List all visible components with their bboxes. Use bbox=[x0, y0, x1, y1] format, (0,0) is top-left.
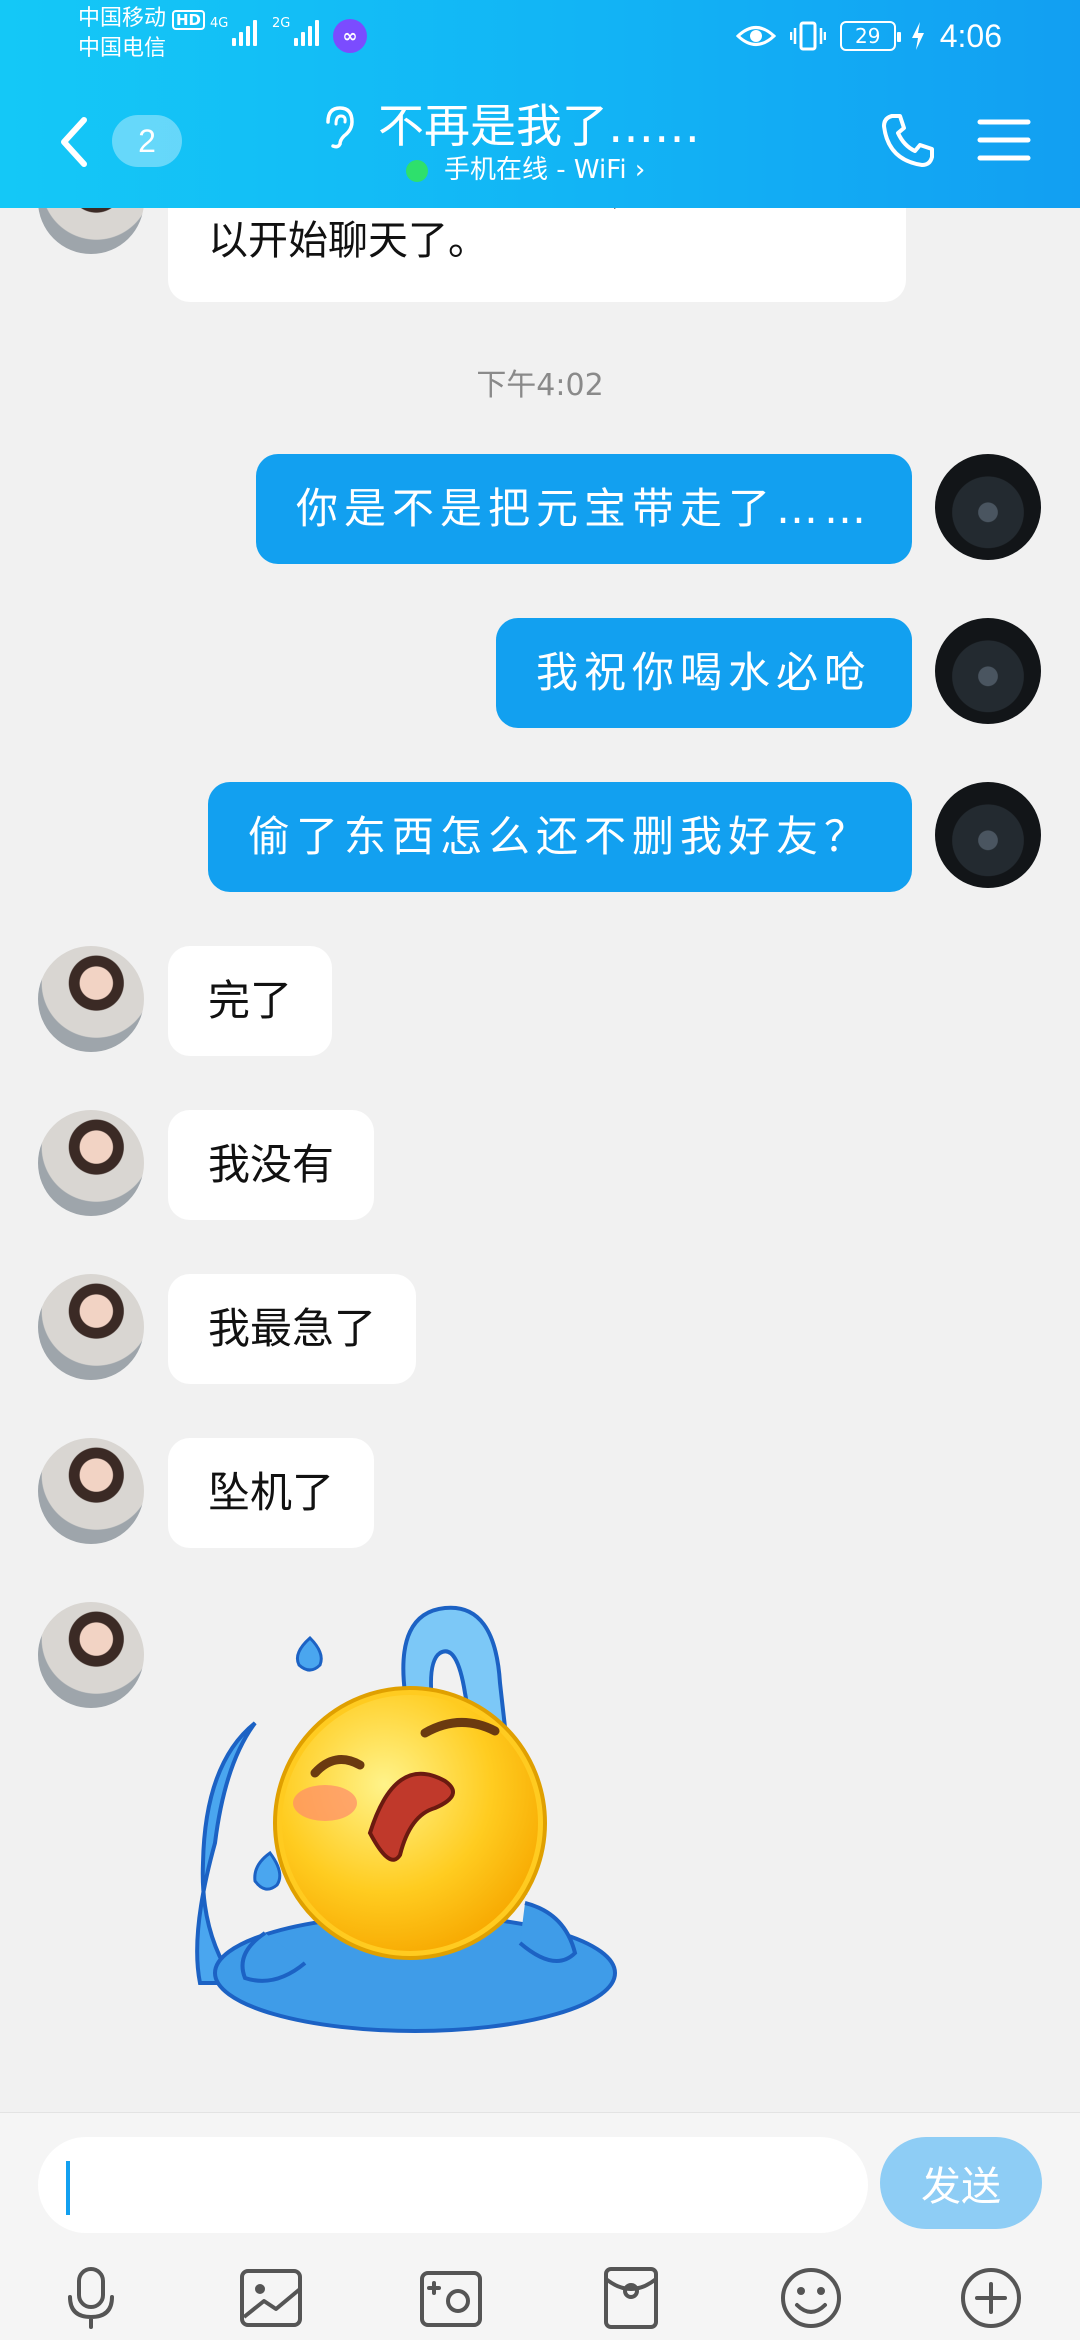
text-cursor bbox=[66, 2161, 70, 2215]
eye-icon bbox=[735, 26, 776, 46]
friend-avatar[interactable] bbox=[38, 1602, 144, 1708]
clock: 4:06 bbox=[939, 17, 1002, 54]
received-message-bubble[interactable]: 坠机了 bbox=[168, 1438, 375, 1548]
emoji-icon[interactable] bbox=[778, 2265, 844, 2331]
crying-emoji-sticker[interactable] bbox=[195, 1603, 625, 2043]
message-input[interactable] bbox=[38, 2137, 868, 2233]
message-list[interactable]: 我通过了你的好友请求，现在我们可以开始聊天了。 下午4:02 你是不是把元宝带走… bbox=[0, 208, 1080, 2112]
vibrate-icon bbox=[789, 21, 826, 51]
friend-avatar[interactable] bbox=[38, 946, 144, 1052]
chat-title[interactable]: 不再是我了…… bbox=[378, 96, 700, 156]
received-message-bubble[interactable]: 我没有 bbox=[168, 1110, 375, 1220]
status-right: 29 4:06 bbox=[735, 14, 1002, 58]
message-bubble-partial[interactable]: 我通过了你的好友请求，现在我们可以开始聊天了。 bbox=[168, 208, 906, 302]
carrier-labels: 中国移动 中国电信 bbox=[78, 4, 166, 64]
input-toolbar bbox=[0, 2255, 1080, 2340]
friend-avatar[interactable] bbox=[38, 1110, 144, 1216]
charging-icon bbox=[911, 22, 924, 50]
my-avatar[interactable] bbox=[935, 782, 1041, 888]
sent-message-bubble[interactable]: 我祝你喝水必呛 bbox=[495, 618, 912, 728]
signal-icon-1 bbox=[232, 18, 257, 46]
friend-avatar[interactable] bbox=[38, 1274, 144, 1380]
my-avatar[interactable] bbox=[935, 454, 1041, 560]
my-avatar[interactable] bbox=[935, 618, 1041, 724]
chat-header: 中国移动 中国电信 HD 4G 2G ∞ 29 4:06 2 不再是我了…… 手… bbox=[0, 0, 1080, 208]
input-area: 发送 bbox=[0, 2112, 1080, 2340]
camera-icon[interactable] bbox=[418, 2265, 484, 2331]
friend-avatar[interactable] bbox=[38, 1438, 144, 1544]
received-message-bubble[interactable]: 完了 bbox=[168, 946, 333, 1056]
send-button[interactable]: 发送 bbox=[880, 2137, 1042, 2229]
phone-call-icon[interactable] bbox=[878, 110, 938, 170]
online-status-text[interactable]: 手机在线 - WiFi › bbox=[444, 152, 645, 188]
sent-message-bubble[interactable]: 你是不是把元宝带走了…… bbox=[255, 454, 912, 564]
menu-icon[interactable] bbox=[976, 116, 1032, 164]
time-divider: 下午4:02 bbox=[476, 368, 604, 403]
battery-icon: 29 bbox=[839, 21, 901, 51]
friend-avatar[interactable] bbox=[38, 208, 144, 254]
carrier-2: 中国电信 bbox=[78, 36, 167, 61]
signal-icon-2 bbox=[294, 18, 319, 46]
status-bar: 中国移动 中国电信 HD 4G 2G ∞ 29 4:06 bbox=[0, 0, 1080, 72]
microphone-icon[interactable] bbox=[58, 2265, 124, 2331]
online-status-dot bbox=[406, 160, 428, 182]
hd-badge: HD bbox=[172, 10, 206, 30]
back-arrow-icon[interactable] bbox=[54, 112, 94, 172]
image-icon[interactable] bbox=[238, 2265, 304, 2331]
unread-count-badge[interactable]: 2 bbox=[112, 115, 182, 167]
network-type-2: 2G bbox=[272, 16, 291, 31]
red-packet-icon[interactable] bbox=[598, 2265, 664, 2331]
received-message-bubble[interactable]: 我最急了 bbox=[168, 1274, 417, 1384]
carrier-1: 中国移动 bbox=[78, 6, 167, 31]
link-icon: ∞ bbox=[333, 19, 367, 53]
network-type-1: 4G bbox=[210, 16, 229, 31]
plus-icon[interactable] bbox=[958, 2265, 1024, 2331]
ear-icon[interactable] bbox=[318, 104, 358, 150]
sent-message-bubble[interactable]: 偷了东西怎么还不删我好友？ bbox=[207, 782, 912, 892]
